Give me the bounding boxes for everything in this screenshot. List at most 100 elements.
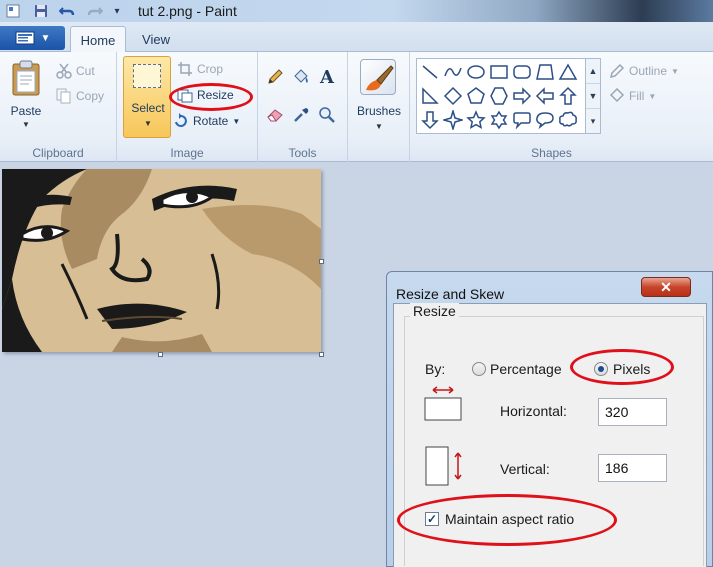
oval-callout-shape-icon[interactable] bbox=[535, 110, 555, 130]
resize-label: Resize bbox=[197, 88, 234, 102]
dialog-body bbox=[393, 303, 707, 567]
dialog-close-button[interactable]: ✕ bbox=[641, 277, 691, 297]
paste-dropdown-icon: ▼ bbox=[22, 120, 30, 129]
copy-button[interactable]: Copy bbox=[56, 86, 104, 106]
close-icon: ✕ bbox=[660, 278, 672, 295]
copy-label: Copy bbox=[76, 89, 105, 103]
resize-and-skew-dialog: Resize and Skew ✕ Resize By: Percentage … bbox=[386, 271, 713, 567]
clipboard-group-label: Clipboard bbox=[32, 146, 84, 160]
eraser-icon[interactable] bbox=[264, 104, 286, 126]
paint-menu-button[interactable]: ▼ bbox=[0, 26, 65, 50]
percentage-radio[interactable] bbox=[472, 362, 486, 376]
scissors-icon bbox=[56, 63, 72, 79]
paint-menu-icon bbox=[15, 31, 35, 45]
select-button[interactable]: Select ▼ bbox=[123, 56, 171, 138]
shapes-scroll-up-icon[interactable]: ▲ bbox=[586, 59, 600, 84]
redo-icon[interactable] bbox=[86, 2, 104, 20]
brushes-dropdown-icon: ▼ bbox=[375, 122, 383, 131]
pencil-icon[interactable] bbox=[264, 66, 286, 88]
copy-icon bbox=[56, 88, 71, 104]
oval-shape-icon[interactable] bbox=[466, 62, 486, 82]
fill-button[interactable]: Fill ▼ bbox=[609, 86, 656, 106]
brushes-group: Brushes ▼ bbox=[348, 52, 410, 162]
outline-label: Outline bbox=[629, 64, 668, 78]
tab-view[interactable]: View bbox=[130, 26, 182, 52]
rounded-callout-shape-icon[interactable] bbox=[512, 110, 532, 130]
select-dropdown-icon: ▼ bbox=[144, 119, 152, 128]
paste-button[interactable]: Paste ▼ bbox=[6, 60, 46, 138]
crop-icon bbox=[178, 62, 192, 76]
tools-group-label: Tools bbox=[288, 146, 317, 160]
cartoon-face-image bbox=[2, 169, 321, 352]
diamond-shape-icon[interactable] bbox=[443, 86, 463, 106]
four-point-star-shape-icon[interactable] bbox=[443, 110, 463, 130]
percentage-label[interactable]: Percentage bbox=[490, 361, 562, 377]
left-arrow-shape-icon[interactable] bbox=[535, 86, 555, 106]
shapes-expand-icon[interactable]: ▾ bbox=[586, 109, 600, 134]
up-arrow-shape-icon[interactable] bbox=[558, 86, 578, 106]
rectangle-shape-icon[interactable] bbox=[489, 62, 509, 82]
rounded-rectangle-shape-icon[interactable] bbox=[512, 62, 532, 82]
pixels-label[interactable]: Pixels bbox=[613, 361, 650, 377]
vertical-input[interactable] bbox=[598, 454, 667, 482]
text-icon[interactable]: A bbox=[316, 66, 338, 88]
hexagon-shape-icon[interactable] bbox=[489, 86, 509, 106]
maintain-aspect-checkbox[interactable]: ✓ bbox=[425, 512, 439, 526]
magnifier-icon[interactable] bbox=[316, 104, 338, 126]
outline-button[interactable]: Outline ▼ bbox=[609, 61, 679, 81]
ribbon-tab-row: ▼ Home View bbox=[0, 22, 713, 53]
crop-button[interactable]: Crop bbox=[177, 59, 223, 79]
image-group: Select ▼ Crop Resize Rotate ▼ Image bbox=[117, 52, 258, 162]
shapes-scroll-down-icon[interactable]: ▼ bbox=[586, 84, 600, 109]
five-point-star-shape-icon[interactable] bbox=[466, 110, 486, 130]
right-triangle-shape-icon[interactable] bbox=[420, 86, 440, 106]
rotate-button[interactable]: Rotate ▼ bbox=[173, 111, 240, 131]
line-shape-icon[interactable] bbox=[420, 62, 440, 82]
curve-shape-icon[interactable] bbox=[443, 62, 463, 82]
outline-dropdown-icon: ▼ bbox=[671, 66, 679, 76]
maintain-aspect-label[interactable]: Maintain aspect ratio bbox=[445, 511, 574, 527]
image-group-label: Image bbox=[170, 146, 204, 160]
outline-pen-icon bbox=[609, 63, 625, 79]
fill-bucket-icon[interactable] bbox=[290, 66, 312, 88]
resize-button[interactable]: Resize bbox=[177, 85, 234, 105]
cloud-callout-shape-icon[interactable] bbox=[558, 110, 578, 130]
down-arrow-shape-icon[interactable] bbox=[420, 110, 440, 130]
customize-quick-access-icon[interactable]: ▾ bbox=[110, 2, 124, 20]
rotate-dropdown-icon: ▼ bbox=[232, 116, 241, 126]
polygon-shape-icon[interactable] bbox=[535, 62, 555, 82]
select-label: Select bbox=[131, 101, 165, 115]
fill-label: Fill bbox=[629, 89, 645, 103]
crop-label: Crop bbox=[197, 62, 224, 76]
image-canvas[interactable] bbox=[2, 169, 321, 352]
resize-handle-right[interactable] bbox=[319, 259, 324, 264]
shapes-group-label: Shapes bbox=[531, 146, 572, 160]
resize-handle-corner[interactable] bbox=[319, 352, 324, 357]
dialog-title: Resize and Skew bbox=[396, 286, 505, 302]
horizontal-label: Horizontal: bbox=[500, 403, 567, 419]
right-arrow-shape-icon[interactable] bbox=[512, 86, 532, 106]
pixels-radio[interactable] bbox=[594, 362, 608, 376]
pentagon-shape-icon[interactable] bbox=[466, 86, 486, 106]
checkmark-icon: ✓ bbox=[426, 512, 438, 526]
resize-section-title: Resize bbox=[410, 303, 459, 319]
rotate-label: Rotate bbox=[193, 114, 229, 128]
paste-icon bbox=[12, 60, 40, 96]
horizontal-resize-icon bbox=[424, 386, 462, 421]
tab-home[interactable]: Home bbox=[70, 26, 126, 53]
save-icon[interactable] bbox=[32, 2, 50, 20]
vertical-label: Vertical: bbox=[500, 461, 550, 477]
six-point-star-shape-icon[interactable] bbox=[489, 110, 509, 130]
undo-icon[interactable] bbox=[58, 2, 76, 20]
resize-handle-bottom[interactable] bbox=[158, 352, 163, 357]
clipboard-group: Paste ▼ Cut Copy Clipboard bbox=[0, 52, 117, 162]
cut-button[interactable]: Cut bbox=[56, 61, 95, 81]
paint-app-icon[interactable] bbox=[4, 2, 22, 20]
horizontal-input[interactable] bbox=[598, 398, 667, 426]
resize-icon bbox=[177, 89, 193, 103]
fill-bucket-small-icon bbox=[609, 88, 625, 103]
triangle-shape-icon[interactable] bbox=[558, 62, 578, 82]
rotate-icon bbox=[175, 113, 187, 127]
color-picker-icon[interactable] bbox=[290, 104, 312, 126]
brushes-button[interactable]: Brushes ▼ bbox=[354, 56, 404, 138]
